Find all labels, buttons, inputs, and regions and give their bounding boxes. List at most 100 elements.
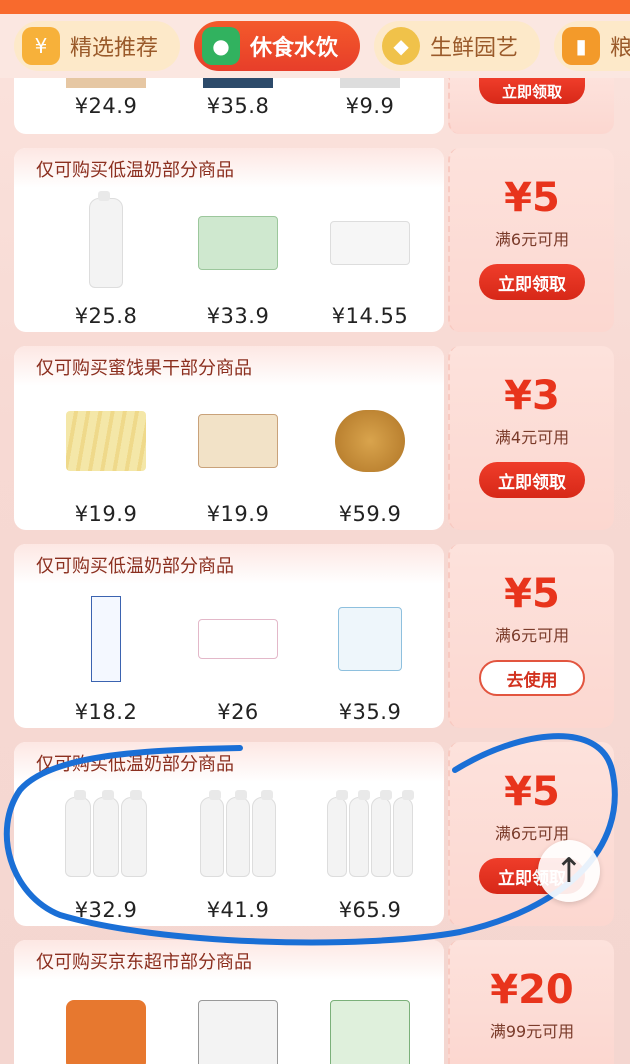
product-price: ¥35.9: [338, 700, 402, 724]
coupon-condition: 满4元可用: [494, 428, 570, 447]
coupon-card: 仅可购买低温奶部分商品 ¥25.8 ¥33.9 ¥14.55 ¥5 满6元可用 …: [14, 148, 614, 332]
coupon-card: 仅可购买低温奶部分商品 ¥32.9 ¥41.9 ¥65.9 ¥5 满6元可用 立…: [14, 742, 614, 926]
coupon-products: 仅可购买京东超市部分商品: [14, 940, 444, 1064]
product-image: [192, 590, 284, 688]
product-item[interactable]: ¥19.9: [44, 392, 168, 526]
coupon-amount: ¥5: [504, 769, 560, 815]
button-label: 立即领取: [501, 82, 562, 101]
coupon-condition: 满6元可用: [494, 626, 570, 645]
coupon-icon: ¥: [22, 27, 60, 65]
tab-fresh-garden[interactable]: ◆ 生鲜园艺: [374, 21, 541, 71]
product-item[interactable]: ¥9.9: [308, 78, 432, 118]
coupon-card: ¥24.9 ¥35.8 ¥9.9 立即领取: [14, 78, 614, 134]
product-image: [324, 392, 416, 490]
tab-label: 精选推荐: [70, 36, 159, 61]
category-tabs: ¥ 精选推荐 ● 休食水饮 ◆ 生鲜园艺 ▮ 粮: [0, 14, 630, 78]
coupon-offer: ¥3 满4元可用 立即领取: [448, 346, 614, 530]
product-item[interactable]: ¥14.55: [308, 194, 432, 328]
product-item[interactable]: [308, 986, 432, 1064]
coupon-products: 仅可购买蜜饯果干部分商品 ¥19.9 ¥19.9 ¥59.9: [14, 346, 444, 530]
durian-icon: ◆: [382, 27, 421, 65]
claim-button[interactable]: 立即领取: [479, 264, 585, 300]
claim-button[interactable]: 立即领取: [479, 78, 585, 104]
coupon-card: 仅可购买京东超市部分商品 ¥20 满99元可用: [14, 940, 614, 1064]
coupon-offer: ¥20 满99元可用: [448, 940, 614, 1064]
product-item[interactable]: ¥35.9: [308, 590, 432, 724]
product-image: [192, 986, 284, 1064]
product-image: [60, 590, 152, 688]
product-image: [60, 392, 152, 490]
product-price: ¥19.9: [74, 502, 138, 526]
button-label: 立即领取: [498, 274, 566, 295]
product-image: [340, 78, 400, 88]
product-item[interactable]: ¥18.2: [44, 590, 168, 724]
button-label: 去使用: [506, 670, 558, 691]
coupon-amount: ¥20: [490, 967, 574, 1013]
product-item[interactable]: ¥24.9: [44, 78, 168, 118]
product-price: ¥33.9: [206, 304, 270, 328]
product-image: [192, 788, 284, 886]
product-price: ¥32.9: [74, 898, 138, 922]
coupon-condition: 满6元可用: [494, 230, 570, 249]
coupon-amount: ¥5: [504, 175, 560, 221]
product-item[interactable]: ¥33.9: [176, 194, 300, 328]
product-item[interactable]: ¥19.9: [176, 392, 300, 526]
product-price: ¥24.9: [74, 94, 138, 118]
product-image: [324, 788, 416, 886]
status-strip: [0, 0, 630, 14]
grain-icon: ▮: [562, 27, 601, 65]
tab-grain[interactable]: ▮ 粮: [554, 21, 630, 71]
coupon-products: 仅可购买低温奶部分商品 ¥32.9 ¥41.9 ¥65.9: [14, 742, 444, 926]
product-price: ¥26: [217, 700, 259, 724]
product-image: [192, 392, 284, 490]
coupon-offer: ¥5 满6元可用 立即领取: [448, 742, 614, 926]
product-item[interactable]: ¥26: [176, 590, 300, 724]
product-item[interactable]: ¥41.9: [176, 788, 300, 922]
product-item[interactable]: ¥59.9: [308, 392, 432, 526]
coupon-offer: ¥5 满6元可用 立即领取: [448, 148, 614, 332]
product-price: ¥9.9: [345, 94, 395, 118]
product-item[interactable]: ¥25.8: [44, 191, 168, 328]
product-item[interactable]: [176, 986, 300, 1064]
product-image: [60, 788, 152, 886]
product-image: [192, 194, 284, 292]
use-button[interactable]: 去使用: [479, 660, 585, 696]
coupon-products: 仅可购买低温奶部分商品 ¥25.8 ¥33.9 ¥14.55: [14, 148, 444, 332]
coupon-scope-title: 仅可购买蜜饯果干部分商品: [14, 346, 444, 386]
coupon-scope-title: 仅可购买低温奶部分商品: [14, 742, 444, 782]
product-image: [60, 191, 152, 292]
coupon-condition: 满6元可用: [494, 824, 570, 843]
product-item[interactable]: ¥32.9: [44, 788, 168, 922]
coupon-scope-title: 仅可购买京东超市部分商品: [14, 940, 444, 980]
product-image: [324, 590, 416, 688]
product-item[interactable]: ¥35.8: [176, 78, 300, 118]
coupon-scope-title: 仅可购买低温奶部分商品: [14, 544, 444, 584]
product-image: [324, 986, 416, 1064]
product-item[interactable]: [44, 986, 168, 1064]
product-price: ¥19.9: [206, 502, 270, 526]
product-image: [66, 78, 146, 88]
claim-button[interactable]: 立即领取: [479, 462, 585, 498]
snack-icon: ●: [202, 27, 241, 65]
tab-recommended[interactable]: ¥ 精选推荐: [14, 21, 181, 71]
arrow-up-icon: ↑: [554, 851, 584, 891]
back-to-top-button[interactable]: ↑: [538, 840, 600, 902]
product-price: ¥41.9: [206, 898, 270, 922]
coupon-products: ¥24.9 ¥35.8 ¥9.9: [14, 78, 444, 134]
product-price: ¥18.2: [74, 700, 138, 724]
coupon-card: 仅可购买低温奶部分商品 ¥18.2 ¥26 ¥35.9 ¥5 满6元可用 去使用: [14, 544, 614, 728]
coupon-products: 仅可购买低温奶部分商品 ¥18.2 ¥26 ¥35.9: [14, 544, 444, 728]
product-price: ¥14.55: [331, 304, 409, 328]
tab-snacks-drinks[interactable]: ● 休食水饮: [194, 21, 361, 71]
product-price: ¥59.9: [338, 502, 402, 526]
coupon-card: 仅可购买蜜饯果干部分商品 ¥19.9 ¥19.9 ¥59.9 ¥3 满4元可用 …: [14, 346, 614, 530]
product-image: [203, 78, 273, 88]
product-price: ¥25.8: [74, 304, 138, 328]
coupon-amount: ¥5: [504, 571, 560, 617]
coupon-scope-title: 仅可购买低温奶部分商品: [14, 148, 444, 188]
coupon-offer: 立即领取: [448, 78, 614, 134]
product-image: [324, 194, 416, 292]
tab-label: 生鲜园艺: [430, 36, 519, 61]
product-item[interactable]: ¥65.9: [308, 788, 432, 922]
tab-label: 休食水饮: [250, 36, 339, 61]
